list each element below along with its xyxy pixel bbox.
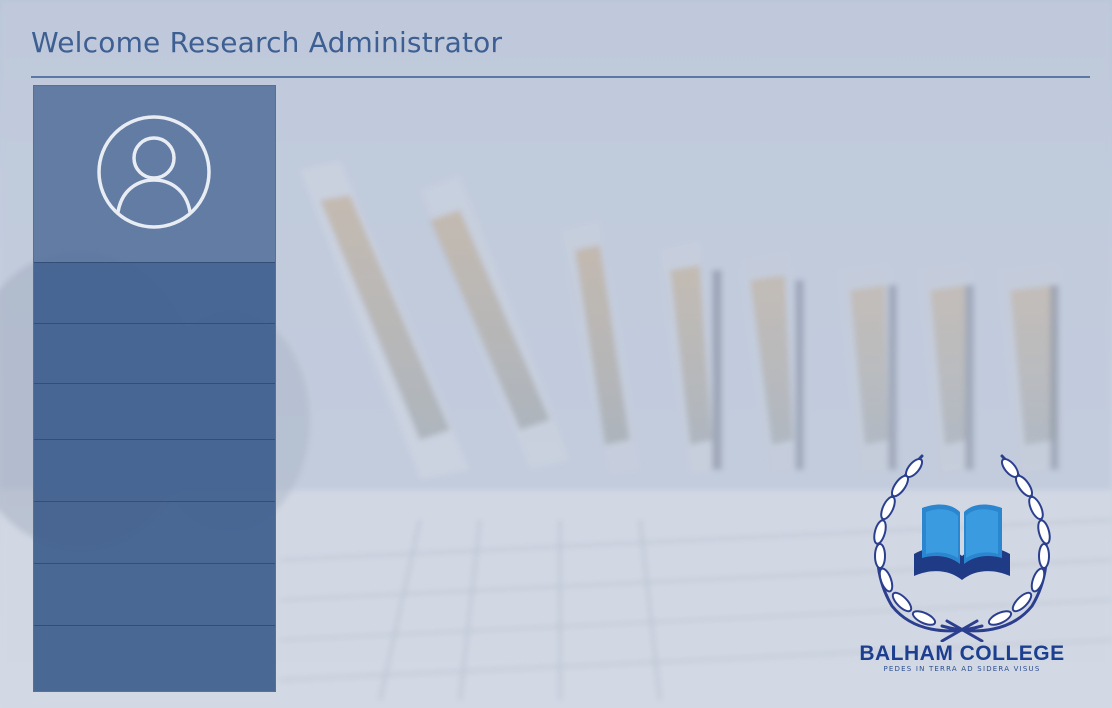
sidebar-nav-item-7[interactable] <box>34 625 275 691</box>
sidebar-nav-item-4[interactable] <box>34 439 275 501</box>
sidebar <box>33 85 276 692</box>
avatar-panel <box>34 86 275 262</box>
college-motto: PEDES IN TERRA AD SIDERA VISUS <box>883 665 1041 673</box>
sidebar-nav-item-2[interactable] <box>34 323 275 383</box>
user-circle-icon[interactable] <box>96 114 212 230</box>
page-header: Welcome Research Administrator <box>31 20 1090 78</box>
sidebar-nav-item-3[interactable] <box>34 383 275 439</box>
sidebar-nav-item-6[interactable] <box>34 563 275 625</box>
college-name: BALHAM COLLEGE <box>859 642 1065 665</box>
page-title: Welcome Research Administrator <box>31 26 503 59</box>
sidebar-nav-item-1[interactable] <box>34 262 275 323</box>
sidebar-nav-item-5[interactable] <box>34 501 275 563</box>
college-logo: BALHAM COLLEGE PEDES IN TERRA AD SIDERA … <box>852 446 1072 678</box>
open-book-laurel-icon <box>873 454 1051 643</box>
